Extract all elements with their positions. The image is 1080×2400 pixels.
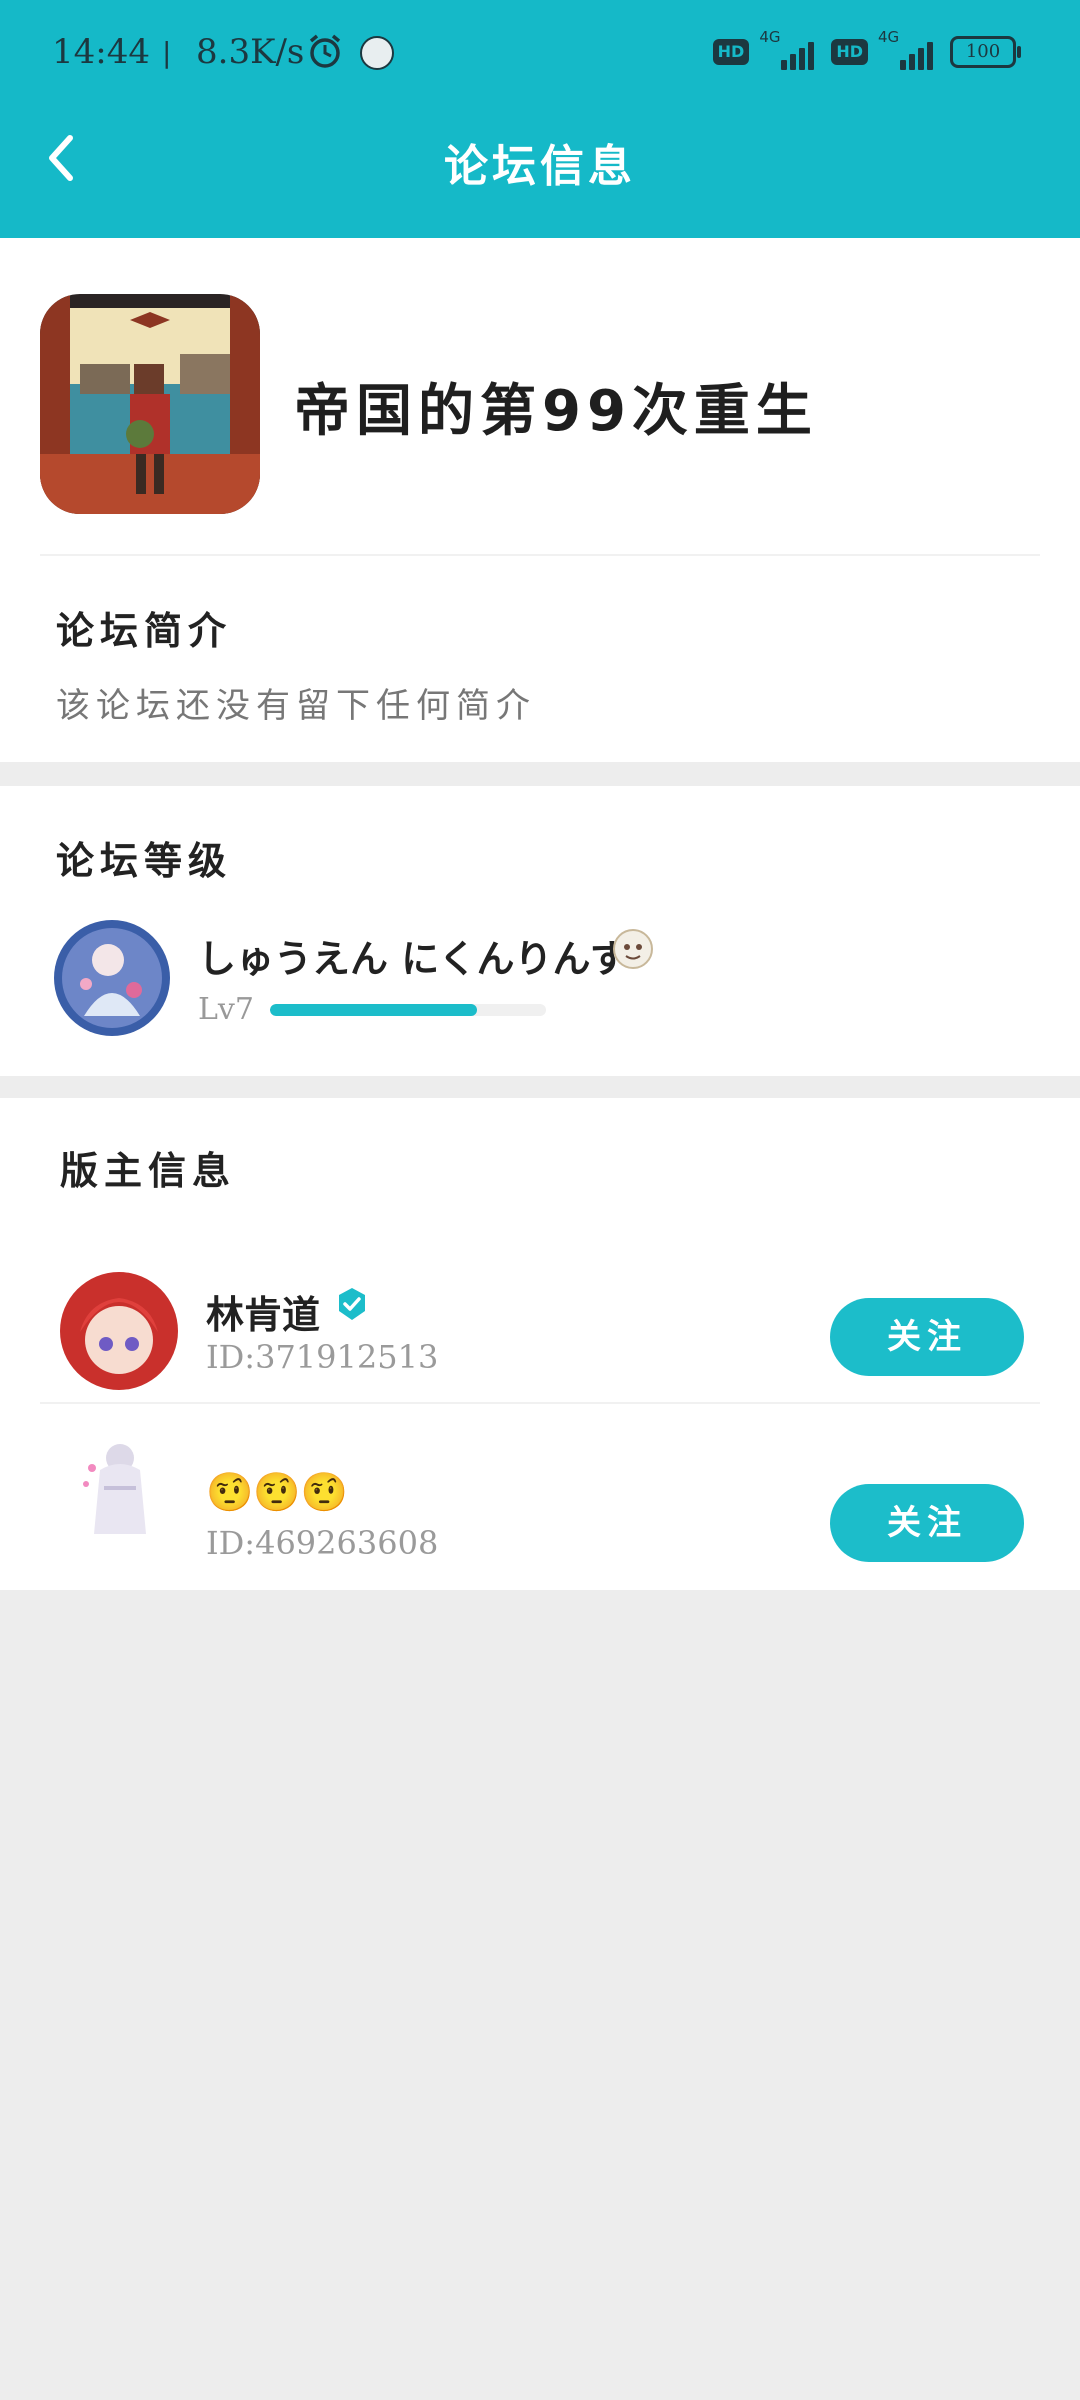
verified-badge-icon [339, 1288, 365, 1320]
user-avatar[interactable] [54, 920, 170, 1036]
follow-button[interactable]: 关注 [830, 1298, 1024, 1376]
intro-text: 该论坛还没有留下任何简介 [56, 686, 536, 726]
divider [40, 1402, 1040, 1404]
level-progress-bar [270, 1004, 546, 1016]
network-type-label: 4G [759, 28, 781, 46]
network-type-label: 4G [878, 28, 900, 46]
level-heading: 论坛等级 [56, 839, 233, 883]
moderator-id: ID:371912513 [206, 1338, 439, 1376]
page-title: 论坛信息 [444, 141, 636, 192]
signal-icon: 4G [878, 28, 940, 72]
hd-icon: HD [831, 39, 868, 65]
top-bar: 14:44 | 8.3K/s HD 4G HD 4G 100 论坛信息 [0, 0, 1080, 238]
user-name: しゅうえん にくんりんす [198, 937, 628, 981]
moderator-row[interactable]: 🤨🤨🤨 ID:469263608 关注 [0, 1428, 1080, 1614]
intro-heading: 论坛简介 [56, 609, 233, 653]
hd-icon: HD [712, 39, 750, 65]
signal-icon: 4G [759, 28, 821, 72]
status-bar: 14:44 | 8.3K/s HD 4G HD 4G 100 [0, 0, 1080, 110]
follow-button[interactable]: 关注 [830, 1484, 1024, 1562]
forum-name: 帝国的第99次重生 [294, 379, 818, 444]
moderators-heading: 版主信息 [60, 1149, 237, 1193]
forum-level-section: 论坛等级 しゅうえん にくんりんす Lv7 [0, 786, 1080, 1076]
level-label: Lv7 [198, 992, 254, 1027]
status-separator: | [162, 36, 172, 69]
moderator-name: 林肯道 [206, 1293, 321, 1337]
status-right: HD 4G HD 4G 100 [712, 28, 1021, 72]
user-badge-icon [613, 929, 653, 969]
alarm-icon [309, 34, 341, 68]
moderators-section: 版主信息 林肯道 ID:371912513 关注 🤨🤨🤨 ID:46926360… [0, 1098, 1080, 1590]
battery-icon: 100 [950, 36, 1021, 68]
forum-info-section: 帝国的第99次重生 论坛简介 该论坛还没有留下任何简介 [0, 238, 1080, 762]
moderator-name: 🤨🤨🤨 [206, 1470, 348, 1514]
forum-cover-image [40, 294, 260, 514]
moderator-avatar[interactable] [60, 1428, 178, 1546]
moderator-row[interactable]: 林肯道 ID:371912513 关注 [0, 1242, 1080, 1428]
moderator-id: ID:469263608 [206, 1524, 439, 1562]
notification-icon [360, 36, 394, 70]
network-speed: 8.3K/s [196, 32, 305, 72]
level-progress-fill [270, 1004, 477, 1016]
moderator-avatar[interactable] [60, 1272, 178, 1390]
status-time: 14:44 [52, 32, 150, 72]
divider [40, 554, 1040, 556]
